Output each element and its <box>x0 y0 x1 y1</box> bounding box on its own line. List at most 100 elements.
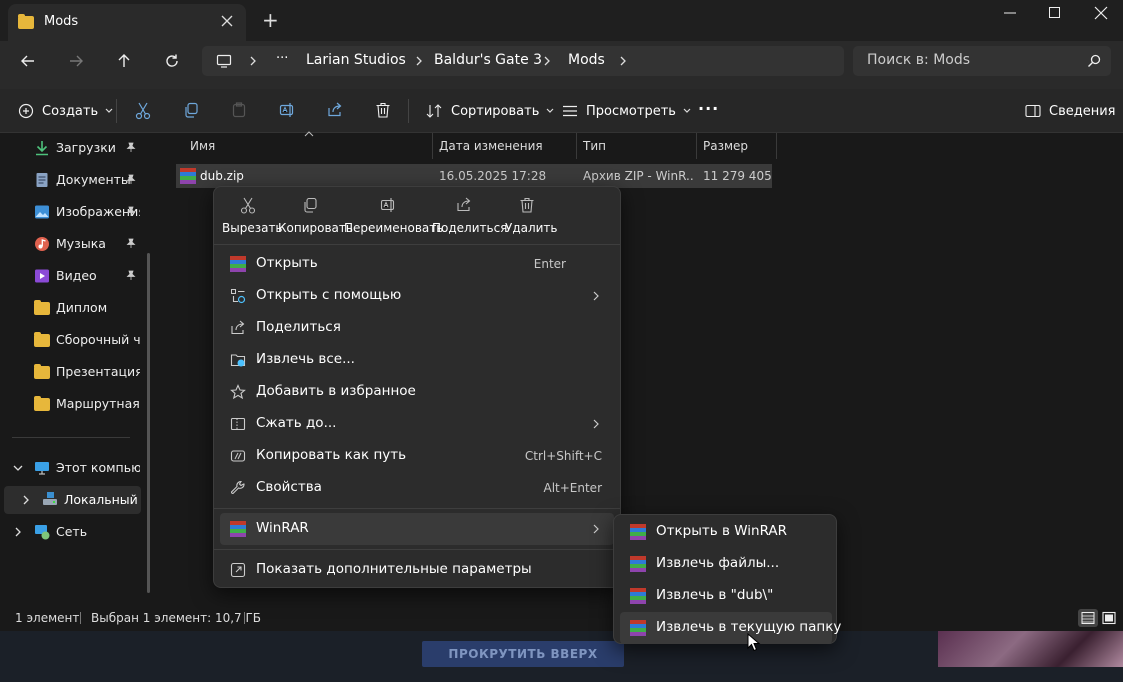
pin-icon <box>126 238 136 248</box>
sidebar-item-route-map[interactable]: Маршрутная карта <box>0 390 148 418</box>
share-button[interactable]: Поделиться <box>432 193 507 239</box>
sidebar-item-assembly-drawing[interactable]: Сборочный чертеж <box>0 326 148 354</box>
folder-icon <box>34 332 50 348</box>
menu-item-winrar[interactable]: WinRAR <box>220 513 614 545</box>
details-label: Сведения <box>1049 103 1116 119</box>
copy-icon[interactable] <box>183 102 199 118</box>
submenu-item-extract-to-dub[interactable]: Извлечь в "dub\" <box>620 580 832 612</box>
download-icon <box>34 140 50 156</box>
copy-button[interactable]: Копировать <box>278 193 353 239</box>
back-arrow-icon[interactable] <box>20 53 36 69</box>
sidebar-item-video[interactable]: Видео <box>0 262 148 290</box>
rename-icon[interactable] <box>279 102 295 118</box>
menu-item-label: Поделиться <box>256 319 341 335</box>
sidebar-item-images[interactable]: Изображения <box>0 198 148 226</box>
breadcrumb-ellipsis[interactable]: ··· <box>276 51 288 66</box>
folder-icon <box>34 396 50 412</box>
sort-button[interactable]: Сортировать <box>426 89 555 133</box>
column-modified[interactable]: Дата изменения <box>433 133 577 159</box>
create-label: Создать <box>42 103 99 119</box>
menu-item-open[interactable]: Открыть Enter <box>220 248 614 280</box>
extract-icon <box>230 352 246 368</box>
menu-item-more-options[interactable]: Показать дополнительные параметры <box>220 554 614 586</box>
refresh-icon[interactable] <box>164 53 180 69</box>
forward-arrow-icon[interactable] <box>68 53 84 69</box>
sidebar-item-network[interactable]: Сеть <box>0 518 148 546</box>
sidebar-item-documents[interactable]: Документы <box>0 166 148 194</box>
menu-item-shortcut: Ctrl+Shift+C <box>524 449 602 463</box>
address-bar[interactable]: ··· Larian Studios Baldur's Gate 3 Mods <box>202 46 844 76</box>
quick-actions-row: Вырезать Копировать Переименовать Подели… <box>214 187 622 243</box>
sidebar-scrollbar[interactable] <box>147 253 150 593</box>
chevron-right-icon[interactable] <box>542 55 552 67</box>
chevron-down-icon[interactable] <box>12 463 24 473</box>
chevron-right-icon[interactable] <box>414 55 424 67</box>
column-size-label: Размер <box>703 139 749 153</box>
cut-button[interactable]: Вырезать <box>220 193 283 239</box>
create-button[interactable]: Создать <box>18 89 114 133</box>
sort-icon <box>426 104 442 118</box>
close-window-icon[interactable] <box>1093 5 1109 21</box>
chevron-right-icon[interactable] <box>13 526 23 538</box>
submenu-item-extract-here[interactable]: Извлечь в текущую папку <box>620 612 841 644</box>
menu-item-copy-path[interactable]: Копировать как путь Ctrl+Shift+C <box>220 440 614 472</box>
breadcrumb-larian[interactable]: Larian Studios <box>306 52 406 68</box>
paste-icon[interactable] <box>231 102 247 118</box>
submenu-item-open-in-winrar[interactable]: Открыть в WinRAR <box>620 516 832 548</box>
up-arrow-icon[interactable] <box>116 53 132 69</box>
close-tab-icon[interactable] <box>220 14 234 28</box>
chevron-down-icon <box>683 108 691 113</box>
plus-circle-icon <box>18 103 34 119</box>
menu-item-open-with[interactable]: Открыть с помощью <box>220 280 614 312</box>
new-tab-button[interactable]: + <box>262 10 279 30</box>
details-view-icon[interactable] <box>1078 609 1098 627</box>
view-button[interactable]: Просмотреть <box>562 89 692 133</box>
sidebar-item-music[interactable]: Музыка <box>0 230 148 258</box>
share-icon[interactable] <box>327 102 343 118</box>
sidebar-item-label: Маршрутная карта <box>56 396 140 411</box>
search-input[interactable]: Поиск в: Mods <box>853 46 1111 76</box>
breadcrumb-mods[interactable]: Mods <box>568 52 605 68</box>
chevron-right-icon[interactable] <box>618 55 628 67</box>
minimize-icon[interactable] <box>1002 5 1018 21</box>
sidebar-item-diplom[interactable]: Диплом <box>0 294 148 322</box>
maximize-icon[interactable] <box>1047 5 1063 21</box>
table-row[interactable]: dub.zip 16.05.2025 17:28 Архив ZIP - Win… <box>176 164 773 188</box>
menu-item-share[interactable]: Поделиться <box>220 312 614 344</box>
chevron-right-icon[interactable] <box>21 494 31 506</box>
submenu-item-extract-files[interactable]: Извлечь файлы... <box>620 548 832 580</box>
column-type[interactable]: Тип <box>577 133 697 159</box>
column-size[interactable]: Размер <box>697 133 777 159</box>
details-button[interactable]: Сведения <box>1025 89 1116 133</box>
sidebar-item-local-disk[interactable]: Локальный диск <box>4 486 141 514</box>
more-options-button[interactable]: ··· <box>698 99 719 118</box>
menu-item-add-favorites[interactable]: Добавить в избранное <box>220 376 614 408</box>
sidebar-item-label: Сборочный чертеж <box>56 332 140 347</box>
view-list-icon <box>563 105 577 117</box>
menu-item-properties[interactable]: Свойства Alt+Enter <box>220 472 614 504</box>
menu-item-compress[interactable]: Сжать до... <box>220 408 614 440</box>
sidebar-item-label: Презентация диплом <box>56 364 140 379</box>
delete-button[interactable]: Удалить <box>502 193 558 239</box>
breadcrumb-bg3[interactable]: Baldur's Gate 3 <box>434 52 542 68</box>
large-icons-view-icon[interactable] <box>1100 609 1118 627</box>
chevron-down-icon <box>105 108 113 113</box>
sidebar-item-label: Сеть <box>56 524 88 539</box>
scroll-top-button[interactable]: ПРОКРУТИТЬ ВВЕРХ <box>422 641 624 667</box>
menu-item-label: Добавить в избранное <box>256 383 416 399</box>
trash-icon[interactable] <box>375 102 391 118</box>
sidebar-item-presentation[interactable]: Презентация диплом <box>0 358 148 386</box>
chevron-right-icon[interactable] <box>248 55 258 67</box>
scissors-icon[interactable] <box>135 102 151 120</box>
tab-mods[interactable]: Mods <box>8 4 246 41</box>
folder-icon <box>34 364 50 380</box>
menu-item-label: WinRAR <box>256 520 309 536</box>
rename-button[interactable]: Переименовать <box>344 193 443 239</box>
sidebar-item-label: Диплом <box>56 300 108 315</box>
sidebar-item-this-pc[interactable]: Этот компьютер <box>0 454 148 482</box>
menu-item-extract-all[interactable]: Извлечь все... <box>220 344 614 376</box>
sidebar-item-downloads[interactable]: Загрузки <box>0 134 148 162</box>
submenu-item-label: Извлечь в "dub\" <box>656 587 774 603</box>
chevron-right-icon <box>592 418 600 430</box>
winrar-submenu: Открыть в WinRAR Извлечь файлы... Извлеч… <box>613 514 841 644</box>
